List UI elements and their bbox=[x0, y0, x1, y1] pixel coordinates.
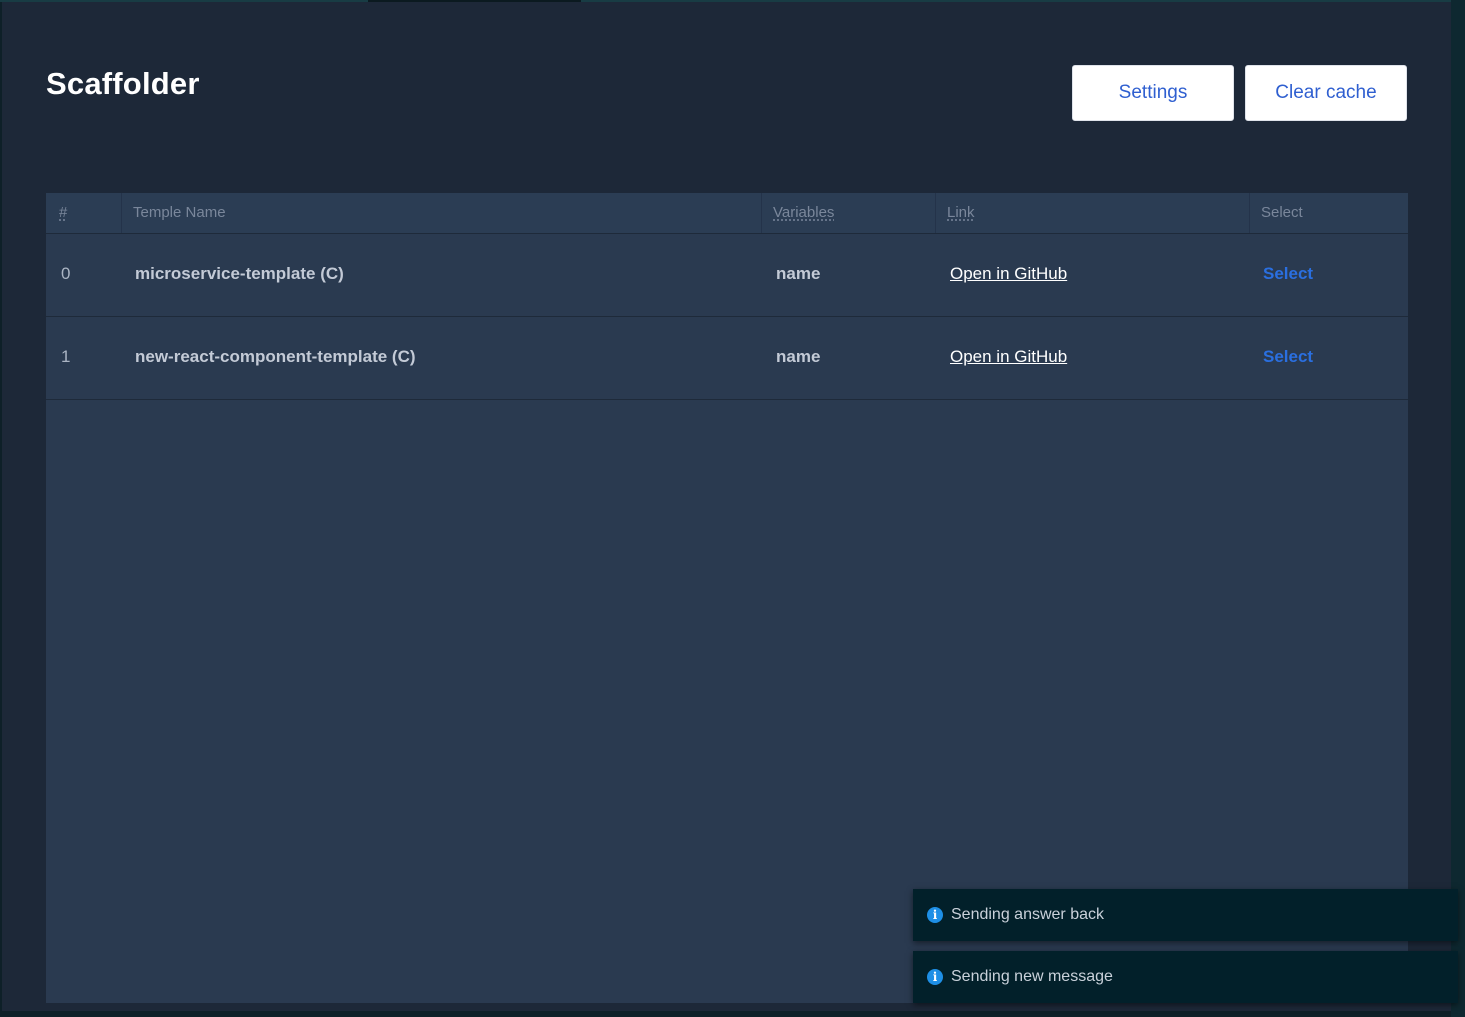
select-template-button[interactable]: Select bbox=[1263, 347, 1313, 367]
column-divider bbox=[121, 193, 122, 233]
window-right-edge bbox=[1451, 0, 1465, 1017]
notification-toast[interactable]: i Sending new message bbox=[913, 951, 1458, 1003]
column-header-select: Select bbox=[1261, 204, 1303, 221]
row-index: 0 bbox=[61, 264, 71, 283]
open-in-github-link[interactable]: Open in GitHub bbox=[950, 264, 1067, 284]
notification-toast[interactable]: i Sending answer back bbox=[913, 889, 1458, 941]
info-icon: i bbox=[927, 969, 943, 985]
column-header-index: # bbox=[59, 204, 68, 221]
open-in-github-link[interactable]: Open in GitHub bbox=[950, 347, 1067, 367]
notification-message: Sending answer back bbox=[951, 906, 1104, 923]
table-row: 1 new-react-component-template (C) name … bbox=[46, 317, 1408, 400]
table-header: # Temple Name Variables Link Select bbox=[46, 193, 1408, 234]
column-header-link: Link bbox=[947, 204, 975, 221]
info-icon: i bbox=[927, 907, 943, 923]
select-template-button[interactable]: Select bbox=[1263, 264, 1313, 284]
template-variables: name bbox=[776, 264, 821, 283]
notification-message: Sending new message bbox=[951, 968, 1113, 985]
app-window: Scaffolder Settings Clear cache # Temple… bbox=[2, 2, 1451, 1011]
column-header-variables: Variables bbox=[773, 204, 835, 221]
templates-table: # Temple Name Variables Link Select 0 mi… bbox=[46, 193, 1408, 1003]
column-header-name: Temple Name bbox=[133, 204, 226, 221]
template-variables: name bbox=[776, 347, 821, 366]
table-row: 0 microservice-template (C) name Open in… bbox=[46, 234, 1408, 317]
clear-cache-button[interactable]: Clear cache bbox=[1245, 65, 1407, 121]
settings-button[interactable]: Settings bbox=[1072, 65, 1234, 121]
page-title: Scaffolder bbox=[46, 66, 200, 101]
column-divider bbox=[761, 193, 762, 233]
template-name: microservice-template (C) bbox=[135, 264, 344, 283]
column-divider bbox=[1249, 193, 1250, 233]
template-name: new-react-component-template (C) bbox=[135, 347, 416, 366]
row-index: 1 bbox=[61, 347, 71, 366]
column-divider bbox=[935, 193, 936, 233]
